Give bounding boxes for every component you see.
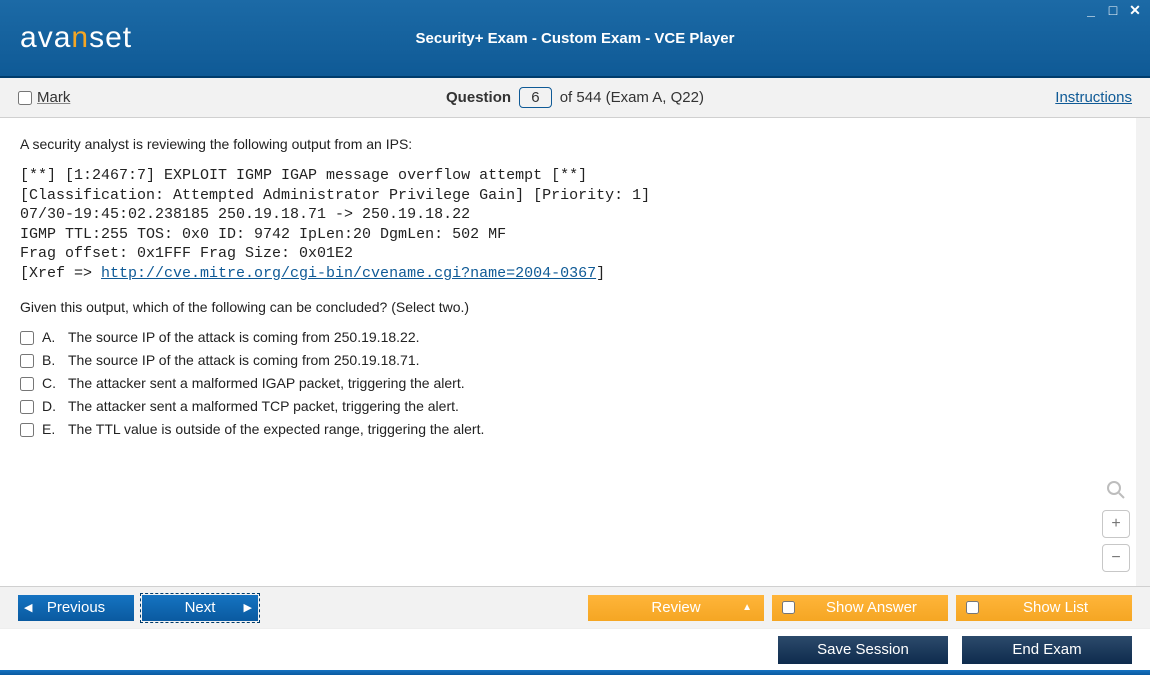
question-word: Question	[446, 89, 511, 106]
option-a[interactable]: A. The source IP of the attack is coming…	[20, 329, 1116, 345]
magnify-icon[interactable]	[1102, 476, 1130, 504]
option-text: The attacker sent a malformed IGAP packe…	[68, 375, 465, 391]
option-letter: B.	[42, 352, 60, 368]
button-label: Next	[185, 599, 216, 616]
option-text: The TTL value is outside of the expected…	[68, 421, 484, 437]
zoom-controls: + −	[1102, 476, 1130, 572]
option-checkbox[interactable]	[20, 423, 34, 437]
code-line: IGMP TTL:255 TOS: 0x0 ID: 9742 IpLen:20 …	[20, 226, 506, 243]
mark-checkbox[interactable]	[18, 91, 32, 105]
navigation-bar: ◀ Previous Next ▶ Review ▲ Show Answer S…	[0, 586, 1150, 628]
option-letter: A.	[42, 329, 60, 345]
option-d[interactable]: D. The attacker sent a malformed TCP pac…	[20, 398, 1116, 414]
mark-label[interactable]: Mark	[37, 89, 70, 106]
question-number-box[interactable]: 6	[519, 87, 551, 108]
button-label: Show Answer	[807, 599, 936, 616]
code-output: [**] [1:2467:7] EXPLOIT IGMP IGAP messag…	[20, 166, 1116, 283]
logo-text: a	[54, 21, 72, 54]
triangle-up-icon: ▲	[742, 602, 752, 613]
option-b[interactable]: B. The source IP of the attack is coming…	[20, 352, 1116, 368]
option-c[interactable]: C. The attacker sent a malformed IGAP pa…	[20, 375, 1116, 391]
instructions-link[interactable]: Instructions	[1055, 89, 1132, 106]
option-checkbox[interactable]	[20, 331, 34, 345]
options-list: A. The source IP of the attack is coming…	[20, 329, 1116, 437]
button-label: Previous	[47, 599, 105, 616]
option-letter: E.	[42, 421, 60, 437]
option-text: The source IP of the attack is coming fr…	[68, 329, 420, 345]
option-text: The source IP of the attack is coming fr…	[68, 352, 420, 368]
show-answer-checkbox[interactable]	[782, 601, 795, 614]
show-list-button[interactable]: Show List	[956, 595, 1132, 621]
code-line: [Xref =>	[20, 265, 101, 282]
option-checkbox[interactable]	[20, 400, 34, 414]
option-letter: C.	[42, 375, 60, 391]
next-button[interactable]: Next ▶	[142, 595, 258, 621]
info-bar: Mark Question 6 of 544 (Exam A, Q22) Ins…	[0, 78, 1150, 118]
button-label: Show List	[991, 599, 1120, 616]
mark-checkbox-wrap: Mark	[18, 89, 70, 106]
code-line: ]	[596, 265, 605, 282]
previous-button[interactable]: ◀ Previous	[18, 595, 134, 621]
show-list-checkbox[interactable]	[966, 601, 979, 614]
session-bar: Save Session End Exam	[0, 628, 1150, 670]
save-session-button[interactable]: Save Session	[778, 636, 948, 664]
button-label: Review	[651, 599, 700, 616]
option-letter: D.	[42, 398, 60, 414]
window-title: Security+ Exam - Custom Exam - VCE Playe…	[0, 30, 1150, 47]
code-line: Frag offset: 0x1FFF Frag Size: 0x01E2	[20, 245, 353, 262]
show-answer-button[interactable]: Show Answer	[772, 595, 948, 621]
titlebar: avanset Security+ Exam - Custom Exam - V…	[0, 0, 1150, 78]
logo-text: n	[71, 21, 89, 54]
window-controls: _ □ ✕	[1082, 2, 1144, 19]
question-content: A security analyst is reviewing the foll…	[0, 118, 1150, 586]
xref-link[interactable]: http://cve.mitre.org/cgi-bin/cvename.cgi…	[101, 265, 596, 282]
maximize-button[interactable]: □	[1104, 2, 1122, 19]
question-indicator: Question 6 of 544 (Exam A, Q22)	[0, 87, 1150, 108]
logo: avanset	[20, 21, 132, 55]
zoom-out-button[interactable]: −	[1102, 544, 1130, 572]
logo-text: a	[20, 21, 38, 54]
question-of-text: of 544 (Exam A, Q22)	[560, 89, 704, 106]
logo-text: v	[38, 21, 54, 54]
logo-text: set	[89, 21, 132, 54]
close-button[interactable]: ✕	[1126, 2, 1144, 19]
question-intro: A security analyst is reviewing the foll…	[20, 136, 1116, 152]
option-e[interactable]: E. The TTL value is outside of the expec…	[20, 421, 1116, 437]
option-checkbox[interactable]	[20, 354, 34, 368]
code-line: [**] [1:2467:7] EXPLOIT IGMP IGAP messag…	[20, 167, 587, 184]
minimize-button[interactable]: _	[1082, 2, 1100, 19]
app-window: avanset Security+ Exam - Custom Exam - V…	[0, 0, 1150, 675]
code-line: [Classification: Attempted Administrator…	[20, 187, 650, 204]
option-text: The attacker sent a malformed TCP packet…	[68, 398, 459, 414]
zoom-in-button[interactable]: +	[1102, 510, 1130, 538]
code-line: 07/30-19:45:02.238185 250.19.18.71 -> 25…	[20, 206, 470, 223]
option-checkbox[interactable]	[20, 377, 34, 391]
bottom-stripe	[0, 670, 1150, 675]
review-button[interactable]: Review ▲	[588, 595, 764, 621]
chevron-left-icon: ◀	[24, 601, 32, 614]
question-subquestion: Given this output, which of the followin…	[20, 299, 1116, 315]
chevron-right-icon: ▶	[244, 601, 252, 614]
end-exam-button[interactable]: End Exam	[962, 636, 1132, 664]
